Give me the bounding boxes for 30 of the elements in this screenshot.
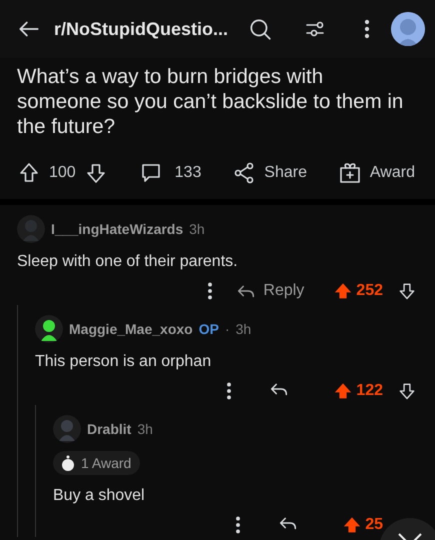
downvote-icon[interactable] (397, 281, 417, 301)
username[interactable]: Drablit (87, 421, 132, 437)
share-label[interactable]: Share (264, 164, 307, 182)
upvote-icon[interactable] (334, 382, 352, 400)
post-score: 100 (49, 164, 76, 182)
comment-count: 133 (174, 164, 202, 182)
username[interactable]: I___ingHateWizards (51, 221, 184, 237)
award-badge[interactable]: 1 Award (53, 451, 140, 475)
post-title: What’s a way to burn bridges with someone so you can’t backslide to them in the future? (16, 64, 404, 139)
comment-time: 3h (137, 421, 153, 437)
award-label[interactable]: Award (370, 164, 415, 182)
reply-button[interactable]: Reply (235, 280, 304, 302)
comment-score: 252 (356, 282, 383, 300)
upvote-icon[interactable] (343, 516, 362, 534)
avatar-icon[interactable] (391, 12, 425, 46)
avatar-icon[interactable] (35, 315, 63, 343)
gift-icon[interactable] (338, 161, 362, 185)
downvote-icon[interactable] (397, 381, 417, 401)
comment-time: 3h (189, 221, 205, 237)
comment-score: 25 (365, 516, 383, 534)
username[interactable]: Maggie_Mae_xoxo (69, 321, 193, 337)
op-label: OP (198, 321, 219, 337)
comment-text: Buy a shovel (53, 487, 146, 505)
comment-score: 122 (356, 382, 383, 400)
comment-text: This person is an orphan (35, 353, 212, 371)
comment-time: 3h (236, 321, 252, 337)
separator-dot: · (224, 321, 230, 337)
subreddit-name[interactable]: r/NoStupidQuestio... (54, 18, 235, 40)
upvote-icon[interactable] (334, 282, 352, 300)
comment-text: Sleep with one of their parents. (17, 253, 239, 271)
